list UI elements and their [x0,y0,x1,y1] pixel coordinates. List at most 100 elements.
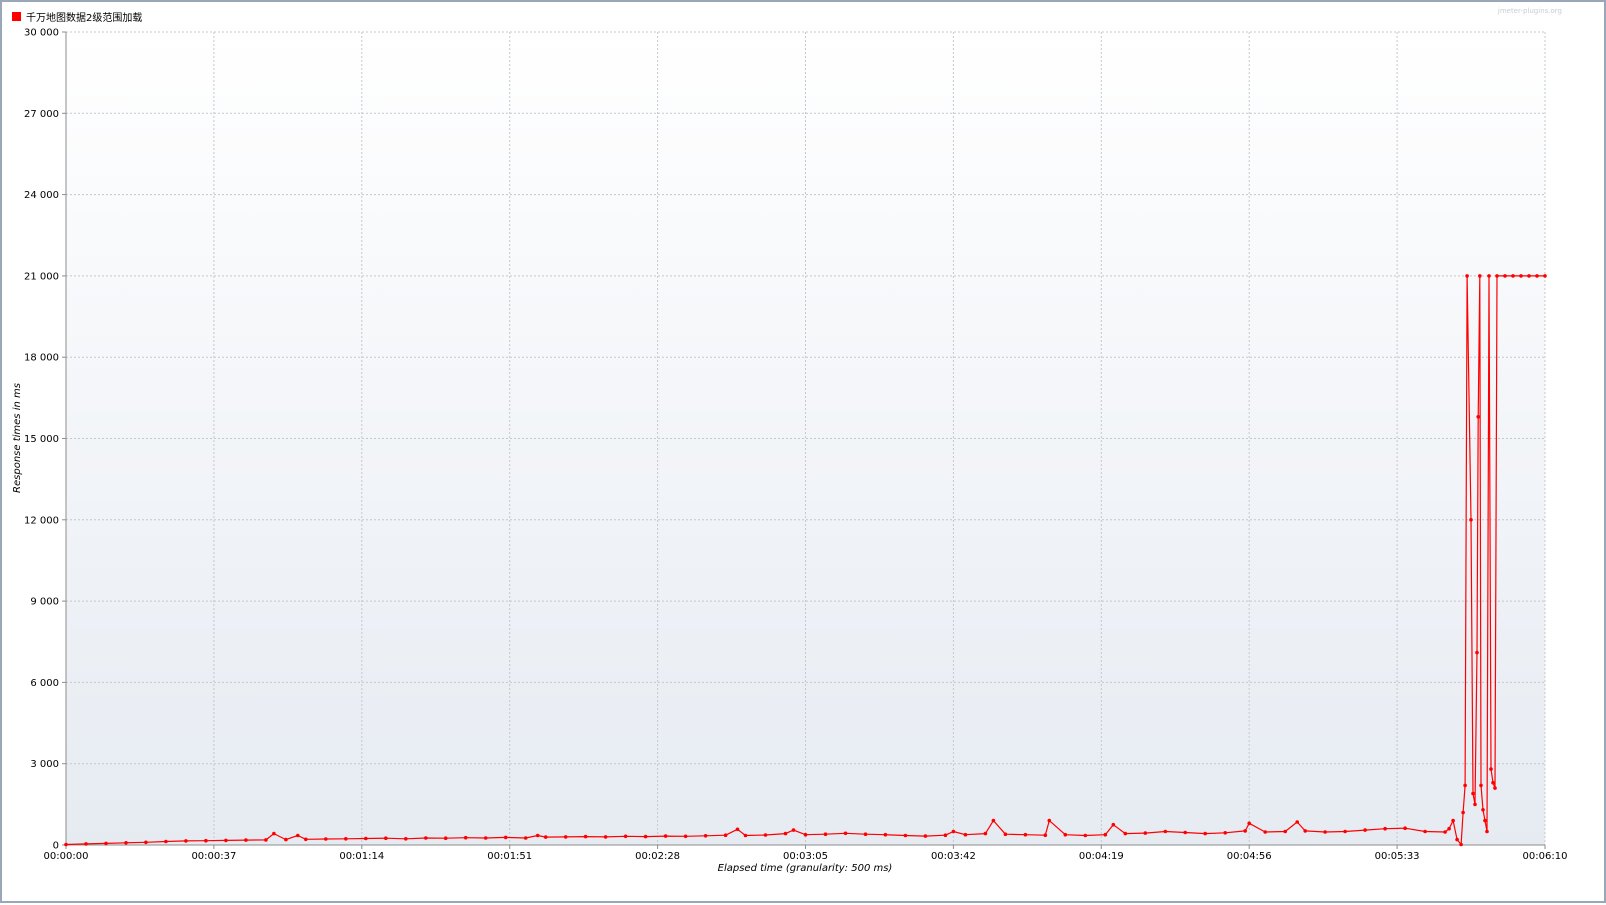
data-point [272,831,276,836]
data-point [743,833,748,838]
data-point [723,833,728,837]
data-point [1383,826,1387,831]
y-tick-label: 6 000 [30,678,59,689]
data-point [791,828,796,832]
data-point [1527,274,1531,278]
data-point [1103,832,1108,837]
x-tick-label: 00:04:56 [1227,851,1272,862]
data-point [1223,831,1227,835]
x-tick-label: 00:06:10 [1523,851,1568,862]
data-point [923,834,928,838]
data-point [364,836,368,841]
y-tick-labels: 0 3 000 6 000 9 000 12 000 15 000 18 000 21 000… [24,28,66,852]
data-point [603,835,608,839]
data-point [663,834,668,838]
data-point [623,834,628,839]
data-point [1143,831,1148,835]
data-point [1463,783,1467,788]
data-point [204,838,208,843]
data-point [1543,274,1547,278]
x-tick-label: 00:05:33 [1375,851,1420,862]
x-tick-label: 00:01:14 [339,851,384,862]
data-point [523,836,528,840]
y-tick-label: 15 000 [24,434,59,445]
data-point [1475,650,1479,655]
data-point [735,827,740,832]
data-point [1479,783,1483,788]
x-tick-label: 00:00:00 [44,851,89,862]
data-point [583,834,588,839]
x-tick-label: 00:03:42 [931,851,976,862]
data-point [1203,831,1207,836]
data-point [144,840,148,845]
data-point [1283,829,1287,834]
data-point [1481,808,1485,812]
watermark: jmeter-plugins.org [1497,7,1562,15]
x-tick-label: 00:00:37 [191,851,236,862]
data-point [1443,830,1447,834]
y-tick-label: 18 000 [24,353,59,364]
data-point [823,832,828,836]
legend-swatch [12,12,21,21]
data-point [1491,780,1495,785]
data-point [164,839,168,844]
data-point [296,833,300,838]
data-point [563,835,568,839]
y-tick-label: 30 000 [24,28,59,39]
data-point [304,837,308,842]
data-point [224,838,228,843]
data-point [1519,274,1523,278]
data-point [1451,818,1455,823]
data-point [463,835,468,840]
data-point [1183,830,1187,835]
data-point [104,841,108,846]
data-point [324,837,328,841]
data-point [443,836,448,840]
data-point [1473,802,1477,807]
data-point [1423,829,1427,834]
data-point [703,834,708,838]
y-tick-label: 3 000 [30,759,59,770]
data-point [1047,818,1052,823]
data-point [124,841,128,845]
data-point [1403,826,1407,830]
data-point [64,842,68,847]
data-point [1485,829,1489,834]
data-point [803,832,808,837]
y-tick-label: 21 000 [24,271,59,282]
data-point [1483,818,1487,823]
data-point [1343,829,1347,834]
legend-label: 千万地图数据2级范围加载 [26,11,142,24]
data-point [543,835,548,839]
data-point [244,838,248,842]
data-point [483,836,488,840]
data-point [1023,832,1028,837]
data-point [783,831,788,836]
data-point [344,837,348,841]
data-point [1111,822,1116,827]
data-point [1295,820,1299,824]
data-point [1487,274,1491,278]
data-point [903,833,908,838]
data-point [1469,518,1473,522]
data-point [1503,274,1507,278]
chart-frame: 0 3 000 6 000 9 000 12 000 15 000 18 000 21 000… [0,0,1606,903]
data-point [991,818,996,823]
data-point [1243,829,1247,833]
data-point [1495,274,1499,278]
data-point [1461,810,1465,815]
y-tick-label: 12 000 [24,515,59,526]
data-point [1043,833,1048,837]
x-axis-title: Elapsed time (granularity: 500 ms) [718,863,893,874]
data-point [1471,791,1475,796]
data-point [643,834,648,839]
data-point [1003,832,1008,836]
data-point [863,832,868,836]
data-point [1535,274,1539,278]
x-tick-labels: 00:00:00 00:00:37 00:01:14 00:01:51 00:02:28… [44,845,1568,862]
data-point [683,834,688,839]
data-point [1303,829,1307,833]
data-point [535,833,540,838]
legend: 千万地图数据2级范围加载 [12,11,142,24]
data-point [943,833,948,837]
